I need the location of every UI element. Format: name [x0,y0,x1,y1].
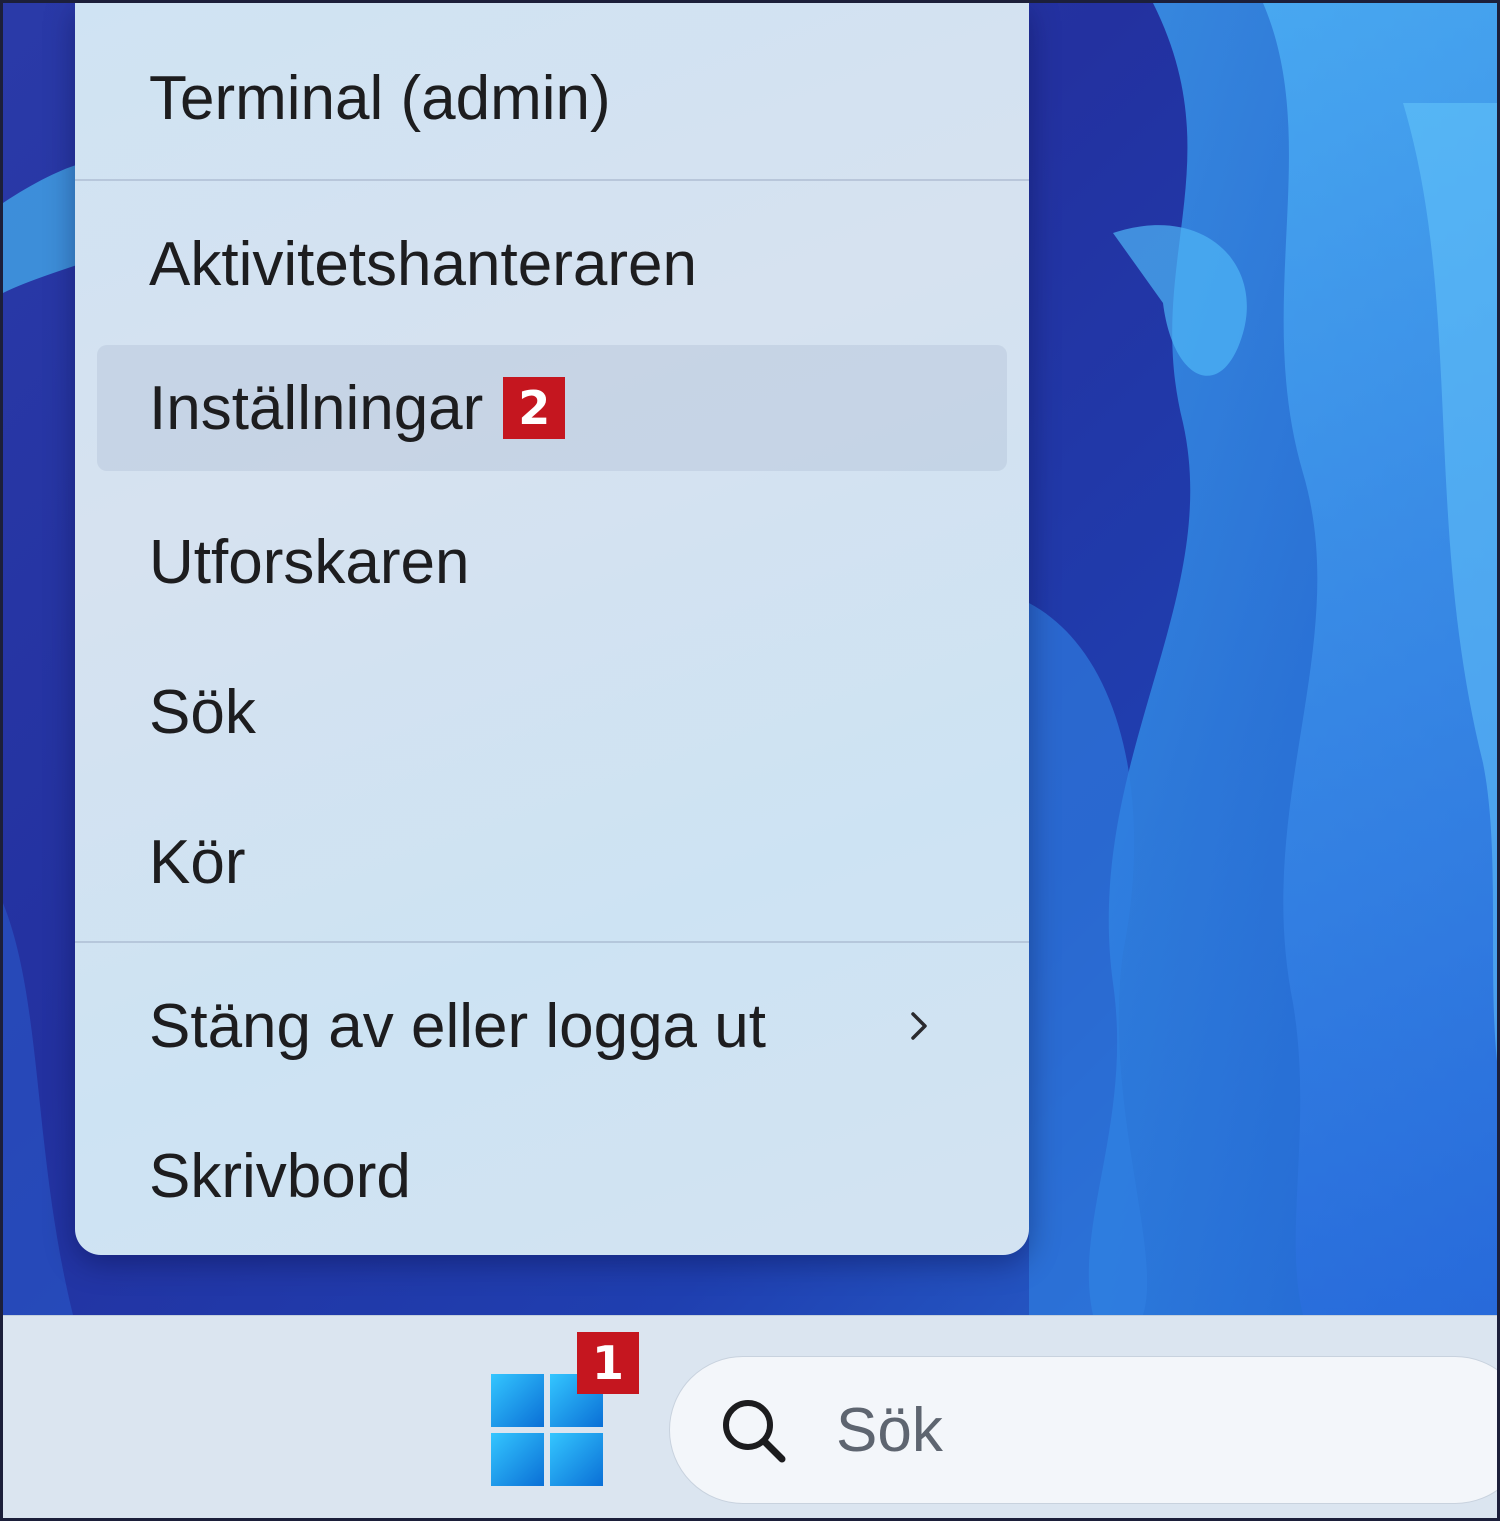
menu-item-search[interactable]: Sök [97,639,1007,785]
menu-item-label: Skrivbord [149,1141,411,1211]
menu-item-settings[interactable]: Inställningar 2 [97,345,1007,471]
menu-separator [75,941,1029,943]
menu-item-run[interactable]: Kör [97,789,1007,935]
step-badge: 2 [503,377,566,439]
menu-item-file-explorer[interactable]: Utforskaren [97,489,1007,635]
menu-item-label: Aktivitetshanteraren [149,229,697,299]
chevron-right-icon [911,1012,927,1040]
menu-separator [75,179,1029,181]
search-placeholder: Sök [836,1396,943,1465]
menu-item-label: Sök [149,677,256,747]
menu-item-desktop[interactable]: Skrivbord [97,1103,1007,1249]
menu-item-label: Stäng av eller logga ut [149,991,766,1061]
menu-item-label: Terminal (admin) [149,63,611,133]
step-badge: 1 [577,1332,639,1394]
taskbar: 1 Sök [3,1315,1497,1518]
menu-item-label: Inställningar [149,373,484,443]
menu-item-terminal-admin[interactable]: Terminal (admin) [97,25,1007,171]
screen: Terminal (admin) Aktivitetshanteraren In… [0,0,1500,1521]
search-icon [723,1400,786,1463]
menu-item-shutdown-signout[interactable]: Stäng av eller logga ut [97,953,1007,1099]
menu-item-label: Kör [149,827,246,897]
menu-item-task-manager[interactable]: Aktivitetshanteraren [97,191,1007,337]
menu-item-label: Utforskaren [149,527,470,597]
winx-context-menu: Terminal (admin) Aktivitetshanteraren In… [75,3,1029,1255]
taskbar-search-box[interactable]: Sök [669,1356,1497,1504]
